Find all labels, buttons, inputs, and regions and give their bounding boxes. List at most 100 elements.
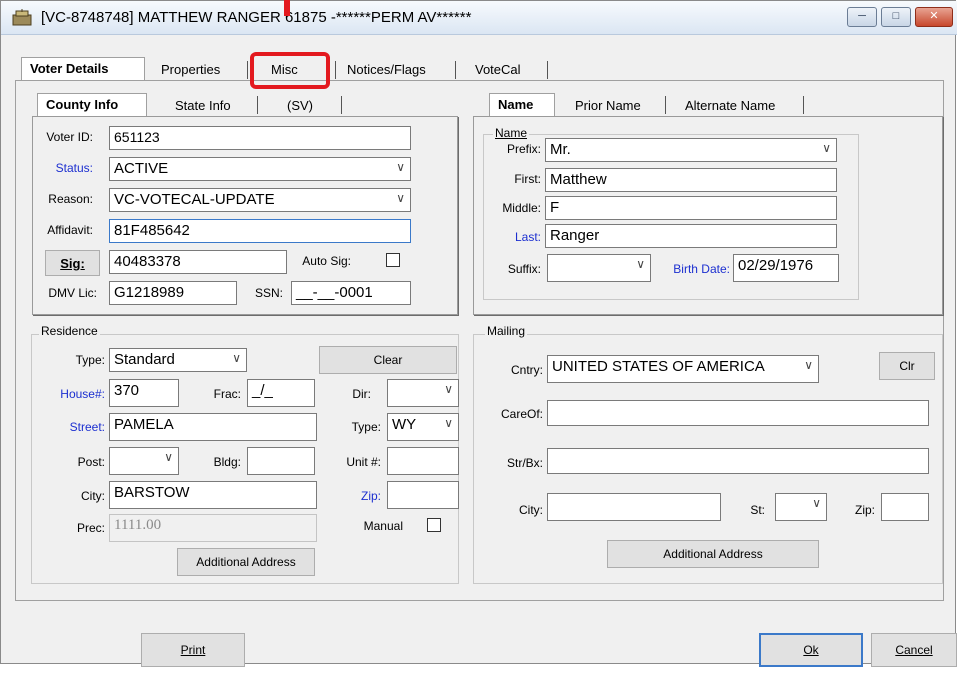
print-button[interactable]: Print bbox=[141, 633, 245, 667]
tab-properties[interactable]: Properties bbox=[153, 59, 241, 81]
affidavit-field[interactable]: 81F485642 bbox=[109, 219, 411, 243]
minimize-button[interactable]: ─ bbox=[847, 7, 877, 27]
tab-separator bbox=[335, 61, 336, 79]
dir-select[interactable] bbox=[387, 379, 459, 407]
subtab-state-info[interactable]: State Info bbox=[167, 95, 257, 117]
tab-separator bbox=[547, 61, 548, 79]
prefix-label: Prefix: bbox=[506, 142, 541, 156]
misc-tab-highlight bbox=[250, 52, 330, 89]
maximize-button[interactable]: □ bbox=[881, 7, 911, 27]
tab-notices-flags[interactable]: Notices/Flags bbox=[339, 59, 447, 81]
ok-button[interactable]: Ok bbox=[759, 633, 863, 667]
app-icon bbox=[12, 9, 32, 26]
last-name-field[interactable]: Ranger bbox=[545, 224, 837, 248]
tab-separator bbox=[257, 96, 258, 114]
first-name-field[interactable]: Matthew bbox=[545, 168, 837, 192]
bldg-label: Bldg: bbox=[213, 455, 241, 469]
ssn-field[interactable]: __-__-0001 bbox=[291, 281, 411, 305]
prec-field: 1111.00 bbox=[109, 514, 317, 542]
reason-select[interactable]: VC-VOTECAL-UPDATE bbox=[109, 188, 411, 212]
clear-button[interactable]: Clear bbox=[319, 346, 457, 374]
subtab-alternate-name[interactable]: Alternate Name bbox=[677, 95, 795, 117]
first-label: First: bbox=[514, 172, 541, 186]
close-button[interactable]: ✕ bbox=[915, 7, 953, 27]
tab-voter-details[interactable]: Voter Details bbox=[21, 57, 145, 81]
res-additional-address-button[interactable]: Additional Address bbox=[177, 548, 315, 576]
tab-separator bbox=[247, 61, 248, 79]
mail-zip-field[interactable] bbox=[881, 493, 929, 521]
strbx-field[interactable] bbox=[547, 448, 929, 474]
unit-label: Unit #: bbox=[346, 455, 381, 469]
reason-label: Reason: bbox=[48, 192, 93, 206]
suffix-select[interactable] bbox=[547, 254, 651, 282]
mail-zip-label: Zip: bbox=[854, 503, 875, 517]
frac-label: Frac: bbox=[213, 387, 241, 401]
house-field[interactable]: 370 bbox=[109, 379, 179, 407]
auto-sig-label: Auto Sig: bbox=[302, 254, 351, 268]
clr-button[interactable]: Clr bbox=[879, 352, 935, 380]
st-label: St: bbox=[750, 503, 765, 517]
frac-field[interactable]: _/_ bbox=[247, 379, 315, 407]
middle-name-field[interactable]: F bbox=[545, 196, 837, 220]
birth-date-label[interactable]: Birth Date: bbox=[656, 262, 730, 276]
annotation-arrow bbox=[284, 0, 290, 16]
mail-additional-address-button[interactable]: Additional Address bbox=[607, 540, 819, 568]
mailing-group-title: Mailing bbox=[485, 324, 528, 338]
post-label: Post: bbox=[77, 455, 105, 469]
res-type-select[interactable]: Standard bbox=[109, 348, 247, 372]
prefix-select[interactable]: Mr. bbox=[545, 138, 837, 162]
country-select[interactable]: UNITED STATES OF AMERICA bbox=[547, 355, 819, 383]
mail-city-label: City: bbox=[519, 503, 543, 517]
suffix-label: Suffix: bbox=[507, 262, 541, 276]
manual-checkbox[interactable] bbox=[427, 518, 441, 532]
tab-separator bbox=[803, 96, 804, 114]
careof-field[interactable] bbox=[547, 400, 929, 426]
tab-votecal[interactable]: VoteCal bbox=[467, 59, 541, 81]
bldg-field[interactable] bbox=[247, 447, 315, 475]
street-type-label: Type: bbox=[351, 420, 381, 434]
street-field[interactable]: PAMELA bbox=[109, 413, 317, 441]
tab-separator bbox=[665, 96, 666, 114]
sig-button[interactable]: Sig: bbox=[45, 250, 100, 276]
house-label[interactable]: House#: bbox=[41, 387, 105, 401]
sig-field[interactable]: 40483378 bbox=[109, 250, 287, 274]
tab-separator bbox=[455, 61, 456, 79]
res-type-label: Type: bbox=[75, 353, 105, 367]
city-label: City: bbox=[81, 489, 105, 503]
manual-label: Manual bbox=[363, 519, 403, 533]
subtab-prior-name[interactable]: Prior Name bbox=[567, 95, 665, 117]
status-select[interactable]: ACTIVE bbox=[109, 157, 411, 181]
post-select[interactable] bbox=[109, 447, 179, 475]
prec-label: Prec: bbox=[76, 521, 105, 535]
middle-label: Middle: bbox=[502, 201, 541, 215]
last-label[interactable]: Last: bbox=[487, 230, 541, 244]
birth-date-field[interactable]: 02/29/1976 bbox=[733, 254, 839, 282]
dmv-label: DMV Lic: bbox=[48, 286, 97, 300]
subtab-sv[interactable]: (SV) bbox=[279, 95, 329, 117]
careof-label: CareOf: bbox=[500, 407, 543, 421]
auto-sig-checkbox[interactable] bbox=[386, 253, 400, 267]
name-group-title: Name bbox=[493, 126, 530, 140]
window-title: [VC-8748748] MATTHEW RANGER 61875 -*****… bbox=[41, 9, 472, 26]
subtab-county-info[interactable]: County Info bbox=[37, 93, 147, 117]
subtab-name[interactable]: Name bbox=[489, 93, 555, 117]
street-label[interactable]: Street: bbox=[41, 420, 105, 434]
status-label[interactable]: Status: bbox=[39, 161, 93, 175]
country-label: Cntry: bbox=[510, 363, 543, 377]
voter-id-label: Voter ID: bbox=[46, 130, 93, 144]
st-select[interactable] bbox=[775, 493, 827, 521]
voter-id-field[interactable]: 651123 bbox=[109, 126, 411, 150]
dmv-field[interactable]: G1218989 bbox=[109, 281, 237, 305]
zip-label[interactable]: Zip: bbox=[327, 489, 381, 503]
strbx-label: Str/Bx: bbox=[506, 456, 543, 470]
cancel-button[interactable]: Cancel bbox=[871, 633, 957, 667]
affidavit-label: Affidavit: bbox=[47, 223, 93, 237]
mail-city-field[interactable] bbox=[547, 493, 721, 521]
dir-label: Dir: bbox=[352, 387, 371, 401]
street-type-select[interactable]: WY bbox=[387, 413, 459, 441]
unit-field[interactable] bbox=[387, 447, 459, 475]
zip-field[interactable] bbox=[387, 481, 459, 509]
city-field[interactable]: BARSTOW bbox=[109, 481, 317, 509]
title-bar: [VC-8748748] MATTHEW RANGER 61875 -*****… bbox=[1, 1, 957, 35]
tab-separator bbox=[341, 96, 342, 114]
